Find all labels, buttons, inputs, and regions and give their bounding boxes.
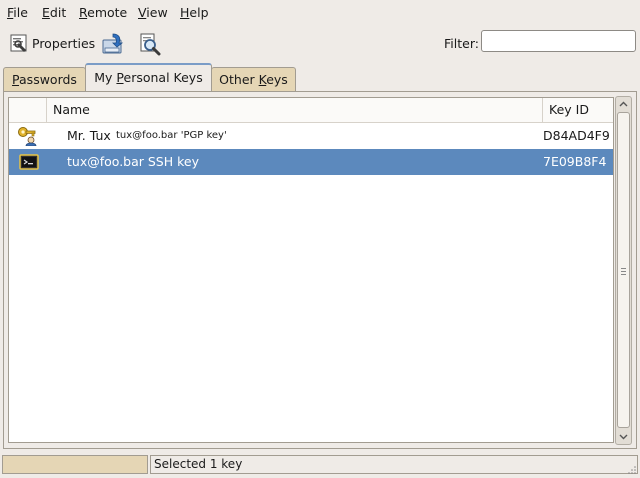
vertical-scrollbar[interactable] bbox=[615, 96, 632, 445]
menu-remote[interactable]: Remote bbox=[77, 4, 129, 22]
filter-label: Filter: bbox=[444, 36, 479, 51]
resize-grip-icon[interactable] bbox=[627, 463, 637, 474]
tab-other-keys[interactable]: Other Keys bbox=[211, 67, 296, 91]
key-list[interactable]: Name Key ID Mr. Tux tux@foo.bar 'PGP key… bbox=[8, 97, 614, 443]
filter-input[interactable] bbox=[481, 30, 636, 52]
export-button[interactable] bbox=[101, 30, 124, 56]
name-column-header[interactable]: Name bbox=[47, 98, 543, 122]
key-name: Mr. Tux bbox=[67, 128, 111, 143]
icon-column-header[interactable] bbox=[9, 98, 47, 122]
toolbar: Properties Filter: bbox=[0, 27, 640, 61]
key-name: tux@foo.bar SSH key bbox=[67, 154, 200, 169]
table-row[interactable]: tux@foo.bar SSH key 7E09B8F4 bbox=[9, 149, 613, 175]
export-key-icon bbox=[101, 32, 124, 54]
key-id: D84AD4F9 bbox=[543, 128, 610, 143]
menu-view[interactable]: View bbox=[136, 4, 170, 22]
ssh-key-icon bbox=[19, 152, 39, 178]
scrollbar-thumb[interactable] bbox=[617, 112, 630, 428]
find-remote-keys-icon bbox=[138, 32, 161, 56]
scroll-down-arrow-icon[interactable] bbox=[617, 430, 630, 443]
tab-my-personal-keys[interactable]: My Personal Keys bbox=[85, 63, 212, 91]
properties-icon bbox=[8, 32, 30, 54]
find-remote-keys-button[interactable] bbox=[138, 30, 161, 56]
tab-passwords[interactable]: Passwords bbox=[3, 67, 86, 91]
menu-edit[interactable]: Edit bbox=[40, 4, 68, 22]
properties-label: Properties bbox=[32, 35, 96, 51]
table-header: Name Key ID bbox=[9, 98, 613, 123]
key-id-column-header[interactable]: Key ID bbox=[543, 98, 613, 122]
key-detail: tux@foo.bar 'PGP key' bbox=[116, 130, 227, 141]
status-text: Selected 1 key bbox=[150, 455, 638, 474]
key-id: 7E09B8F4 bbox=[543, 154, 607, 169]
scroll-up-arrow-icon[interactable] bbox=[617, 98, 630, 111]
progress-bar bbox=[2, 455, 148, 474]
menu-file[interactable]: File bbox=[5, 4, 30, 22]
properties-button[interactable]: Properties bbox=[8, 30, 95, 56]
menu-bar: File Edit Remote View Help bbox=[0, 0, 640, 26]
table-row[interactable]: Mr. Tux tux@foo.bar 'PGP key' D84AD4F9 bbox=[9, 123, 613, 149]
menu-help[interactable]: Help bbox=[178, 4, 211, 22]
